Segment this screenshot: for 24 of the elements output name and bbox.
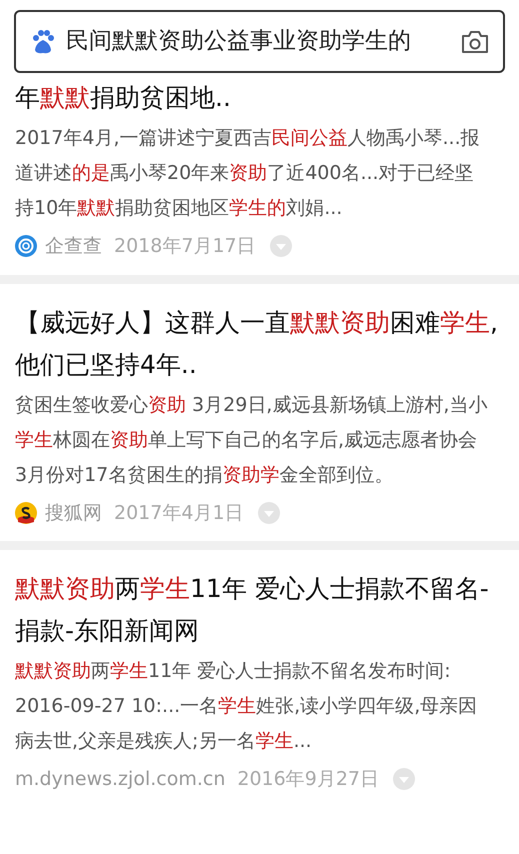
s-logo-icon [15,502,37,524]
dropdown-icon[interactable] [393,768,415,790]
source-name: 企查查 [45,234,102,259]
result-date: 2016年9月27日 [237,767,379,792]
result-snippet: 默默资助两学生11年 爱心人士捐款不留名发布时间: 2016-09-27 10:...一名学生姓张,读小学四年级,母亲因病去世,父亲是残疾人;另一名学生... [15,659,478,754]
camera-icon[interactable] [461,30,489,54]
result-snippet: 2017年4月,一篇讲述宁夏西吉民间公益人物禹小琴...报道讲述的是禹小琴20年来资助了近400名...对于已经坚持10年默默捐助贫困地区学生的刘娟... [15,126,481,221]
result-card[interactable]: 默默资助两学生11年 爱心人士捐款不留名-捐款-东阳新闻网 默默资助两学生11年 爱心人士捐款不留名发布时间: 2016-09-27 10:...一名学生姓张,读小学四年级,母亲因病去世,父亲是残疾人;另一名学生... m.dynews.zjol.com.cn 2016年9月27日 [0,550,519,808]
result-card[interactable]: 【威远好人】这群人一直默默资助困难学生,他们已坚持4年.. 贫困生签收爱心资助 3月29日,威远县新场镇上游村,当小学生林圆在资助单上写下自己的名字后,威远志愿者协会3月份对17名贫困生的捐资助学金全部到位。 搜狐网 2017年4月1日 [0,284,519,541]
result-snippet: 贫困生签收爱心资助 3月29日,威远县新场镇上游村,当小学生林圆在资助单上写下自己的名字后,威远志愿者协会3月份对17名贫困生的捐资助学金全部到位。 [15,392,488,488]
result-card[interactable]: 年默默捐助贫困地.. 2017年4月,一篇讲述宁夏西吉民间公益人物禹小琴...报道讲述的是禹小琴20年来资助了近400名...对于已经坚持10年默默捐助贫困地区学生的刘娟... 企查查 2018年7月17日 [0,73,519,274]
dropdown-icon[interactable] [270,235,292,258]
result-date: 2017年4月1日 [114,500,244,526]
result-title[interactable]: 默默资助两学生11年 爱心人士捐款不留名-捐款-东阳新闻网 [15,568,504,652]
swirl-logo-icon [15,235,37,258]
search-input[interactable]: 民间默默资助公益事业资助学生的 [66,24,451,59]
paw-logo-icon [30,28,56,54]
result-title[interactable]: 年默默捐助贫困地.. [15,77,504,119]
source-name: m.dynews.zjol.com.cn [15,767,226,792]
result-date: 2018年7月17日 [114,234,256,259]
search-field[interactable]: 民间默默资助公益事业资助学生的 [14,10,505,73]
source-name: 搜狐网 [45,500,102,526]
result-title[interactable]: 【威远好人】这群人一直默默资助困难学生,他们已坚持4年.. [15,302,504,386]
dropdown-icon[interactable] [258,502,280,524]
